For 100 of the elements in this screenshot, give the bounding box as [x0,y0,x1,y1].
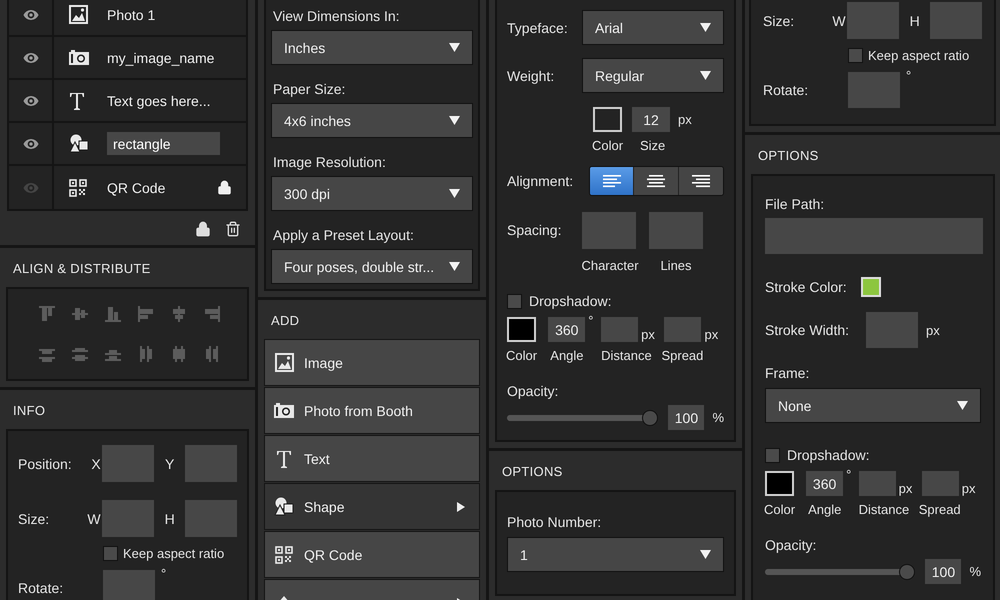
height-field[interactable] [930,2,982,39]
size-label: Size: [18,510,50,526]
keep-aspect-checkbox[interactable] [103,546,118,561]
camera-icon [274,403,294,418]
spread-label: Spread [661,348,704,363]
rotate-field[interactable] [103,570,155,600]
frame-dropdown[interactable]: None [765,388,981,423]
layer-row[interactable]: Text goes here... [9,80,246,123]
dropshadow-checkbox[interactable] [507,294,522,308]
width-field[interactable] [102,500,154,537]
width-field[interactable] [847,2,900,39]
character-label: Character [581,258,639,273]
line-spacing-field[interactable] [649,212,703,249]
text-icon [276,450,292,468]
alignment-button[interactable] [634,167,679,195]
field-label: Paper Size: [273,81,346,97]
lock-icon[interactable] [217,180,232,195]
keep-aspect-checkbox[interactable] [848,48,863,63]
layer-row[interactable]: Photo 1 [9,0,246,37]
dropshadow-checkbox[interactable] [765,448,780,462]
photo-number-label: Photo Number: [507,514,602,530]
distance-field[interactable] [858,471,896,496]
file-path-field[interactable] [765,218,983,254]
layer-name: my_image_name [107,50,216,66]
layer-row[interactable]: QR Code [9,166,246,209]
font-size-field[interactable]: 12 [632,107,670,132]
alignment-button[interactable] [590,167,634,195]
opacity-field[interactable]: 100 [925,559,962,584]
y-field[interactable] [185,445,237,482]
add-menu-item[interactable]: QR Code [264,531,480,578]
distribute-left-icon[interactable] [137,345,155,363]
distribute-right-icon[interactable] [203,345,221,363]
spread-label: Spread [918,502,961,517]
add-menu-item[interactable]: Text [264,435,480,482]
shadow-color-swatch[interactable] [507,317,536,342]
spread-field[interactable] [922,471,959,496]
angle-field[interactable]: 360 [548,317,586,342]
character-spacing-field[interactable] [582,212,636,249]
align-top-icon[interactable] [38,305,56,323]
align-left-icon[interactable] [137,305,155,323]
align-center-icon[interactable] [170,305,188,323]
dropdown[interactable]: 300 dpi [271,176,473,211]
photo-number-dropdown[interactable]: 1 [507,537,724,572]
x-field[interactable] [102,445,154,482]
dropdown[interactable]: Inches [271,30,473,65]
distance-field[interactable] [601,317,638,342]
opacity-slider[interactable] [765,564,916,580]
color-label: Color [592,138,624,153]
dropshadow-label: Dropshadow: [787,447,870,463]
px-unit: px [704,327,718,342]
typeface-label: Typeface: [507,20,569,36]
section-title: ADD [270,312,300,330]
field-label: Image Resolution: [273,154,387,170]
caret-icon [449,262,460,271]
height-field[interactable] [185,500,237,537]
distribute-middle-icon[interactable] [71,345,89,363]
caret-icon [957,401,968,410]
width-label: W [832,12,847,28]
typeface-dropdown[interactable]: Arial [582,10,724,45]
weight-dropdown[interactable]: Regular [582,58,724,93]
opacity-field[interactable]: 100 [668,405,704,430]
add-menu-item[interactable]: Photo from Booth [264,387,480,434]
stroke-width-field[interactable] [866,312,918,348]
delete-icon[interactable] [225,221,241,237]
degree-sign: ° [161,566,166,581]
alignment-button[interactable] [678,167,723,195]
angle-field[interactable]: 360 [806,471,844,496]
alignment-label: Alignment: [507,173,574,189]
section-title: INFO [12,402,46,420]
rotate-field[interactable] [848,72,900,108]
add-menu-item[interactable]: Image [264,339,480,386]
layer-name-field[interactable]: rectangle [107,132,220,155]
slider-thumb[interactable] [899,564,916,580]
slider-thumb[interactable] [642,410,658,426]
opacity-label: Opacity: [507,383,560,399]
file-path-label: File Path: [765,196,826,212]
align-bottom-icon[interactable] [104,305,122,323]
image-icon [69,5,88,24]
add-menu-item[interactable]: Shape [264,483,480,530]
qr-code-icon [275,546,293,564]
color-label: Color [506,348,538,363]
align-right-icon[interactable] [203,305,221,323]
camera-icon [69,50,89,65]
stroke-color-swatch[interactable] [860,277,881,297]
text-color-swatch[interactable] [593,107,622,132]
position-label: Position: [18,456,73,472]
align-right-icon [692,174,710,188]
layer-row[interactable]: rectangle [9,123,246,166]
caret-icon [700,71,711,80]
spread-field[interactable] [664,317,702,342]
lock-icon[interactable] [195,221,211,237]
dropdown[interactable]: Four poses, double str... [271,249,473,284]
width-label: W [87,510,102,526]
opacity-slider[interactable] [507,410,658,426]
distribute-center-icon[interactable] [170,345,188,363]
shadow-color-swatch[interactable] [765,471,794,496]
align-middle-icon[interactable] [71,305,89,323]
dropdown[interactable]: 4x6 inches [271,103,473,138]
y-label: Y [164,456,176,472]
layer-row[interactable]: my_image_name [9,37,246,80]
